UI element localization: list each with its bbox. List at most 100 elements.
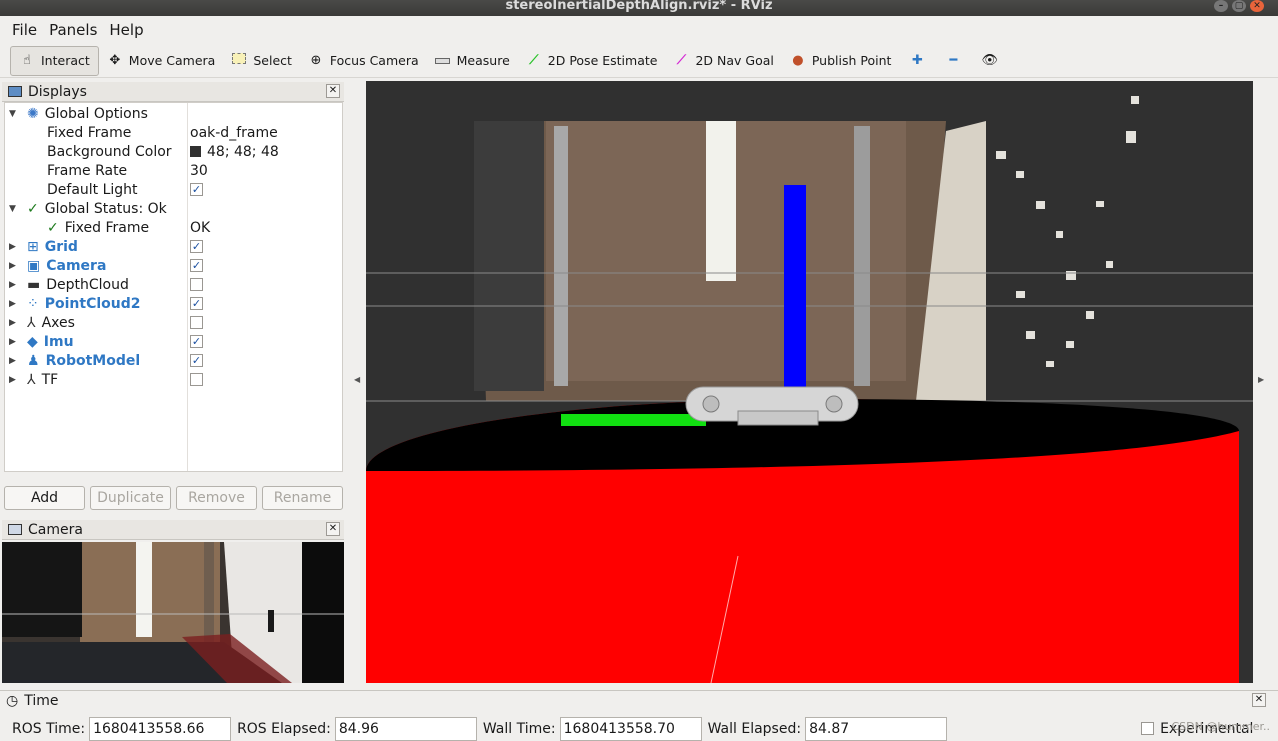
default-light-label: Default Light [47, 181, 138, 198]
camera-image-view[interactable] [2, 542, 344, 683]
tree-row-robotmodel[interactable]: ▶ ♟ RobotModel ✓ [5, 351, 342, 370]
wall-time-field[interactable]: 1680413558.70 [559, 716, 702, 741]
camera-panel: Camera ✕ [2, 520, 344, 542]
tree-row-global-status[interactable]: ▼ ✓ Global Status: Ok [5, 199, 342, 218]
wall-elapsed-field[interactable]: 84.87 [805, 716, 948, 741]
magenta-arrow-icon: ⟋ [676, 53, 686, 68]
view-options-button[interactable]: 👁 [971, 46, 1007, 76]
duplicate-button[interactable]: Duplicate [90, 486, 171, 510]
tree-row-imu[interactable]: ▶ ◆ Imu ✓ [5, 332, 342, 351]
time-panel: ROS Time: 1680413558.66 ROS Elapsed: 84.… [0, 716, 1278, 741]
ros-elapsed-label: ROS Elapsed: [237, 720, 331, 737]
pose-estimate-label: 2D Pose Estimate [547, 53, 658, 68]
display-enabled-checkbox[interactable] [190, 373, 203, 386]
tree-row-pointcloud2[interactable]: ▶ ⁘ PointCloud2 ✓ [5, 294, 342, 313]
ruler-icon [435, 53, 451, 68]
3d-render-viewport[interactable] [366, 81, 1253, 683]
expand-arrow-icon[interactable]: ▶ [9, 356, 16, 366]
experimental-checkbox[interactable] [1141, 722, 1155, 735]
expand-arrow-icon[interactable]: ▶ [9, 337, 16, 347]
expand-arrow-icon[interactable]: ▼ [9, 204, 16, 214]
menu-help[interactable]: Help [105, 21, 147, 39]
display-item-label: Imu [43, 333, 74, 350]
collapse-right-arrow-icon[interactable]: ▶ [1258, 375, 1264, 384]
wall-elapsed-label: Wall Elapsed: [707, 720, 802, 737]
close-displays-button[interactable]: ✕ [326, 84, 340, 98]
expand-arrow-icon[interactable]: ▶ [9, 242, 16, 252]
select-tool[interactable]: Select [223, 46, 300, 76]
display-enabled-checkbox[interactable]: ✓ [190, 335, 203, 348]
ros-elapsed-field[interactable]: 84.96 [334, 716, 477, 741]
global-status-label: Global Status: Ok [44, 200, 167, 217]
display-enabled-checkbox[interactable]: ✓ [190, 259, 203, 272]
tree-row-depthcloud[interactable]: ▶ ▬ DepthCloud [5, 275, 342, 294]
display-enabled-checkbox[interactable] [190, 316, 203, 329]
check-icon: ✓ [27, 200, 39, 217]
time-title: Time [24, 692, 59, 709]
tree-row-status-fixed-frame[interactable]: ✓ Fixed Frame OK [5, 218, 342, 237]
display-enabled-checkbox[interactable] [190, 278, 203, 291]
fixed-frame-value[interactable]: oak-d_frame [190, 125, 278, 141]
display-enabled-checkbox[interactable]: ✓ [190, 240, 203, 253]
menu-panels[interactable]: Panels [45, 21, 101, 39]
focus-camera-tool[interactable]: ⊕ Focus Camera [300, 46, 427, 76]
display-item-label: Axes [41, 314, 75, 331]
interact-tool[interactable]: ☝ Interact [10, 45, 99, 76]
rename-button[interactable]: Rename [262, 486, 343, 510]
close-camera-button[interactable]: ✕ [326, 522, 340, 536]
camera-image [2, 542, 344, 683]
tf-icon: ⅄ [27, 371, 36, 388]
tree-row-background-color[interactable]: Background Color 48; 48; 48 [5, 142, 342, 161]
menubar: File Panels Help [0, 18, 1278, 42]
tree-row-axes[interactable]: ▶ ⅄ Axes [5, 313, 342, 332]
expand-arrow-icon[interactable]: ▶ [9, 299, 16, 309]
expand-arrow-icon[interactable]: ▶ [9, 375, 16, 385]
background-color-value[interactable]: 48; 48; 48 [207, 144, 279, 160]
expand-arrow-icon[interactable]: ▶ [9, 280, 16, 290]
time-panel-header: ◷ Time ✕ [0, 690, 1278, 710]
camera-panel-header: Camera ✕ [2, 520, 344, 540]
color-swatch[interactable] [190, 146, 201, 157]
displays-title: Displays [28, 83, 87, 100]
collapse-left-arrow-icon[interactable]: ◀ [354, 375, 360, 384]
tree-row-camera[interactable]: ▶ ▣ Camera ✓ [5, 256, 342, 275]
maximize-button[interactable]: ▢ [1232, 0, 1246, 12]
window-title: stereoInertialDepthAlign.rviz* - RViz [505, 0, 773, 13]
tree-row-default-light[interactable]: Default Light ✓ [5, 180, 342, 199]
move-arrows-icon: ✥ [109, 53, 121, 68]
measure-tool[interactable]: Measure [427, 46, 518, 76]
camera-icon: ▣ [27, 257, 41, 274]
depth-cloud-icon: ▬ [27, 276, 41, 293]
remove-button[interactable]: Remove [176, 486, 257, 510]
tree-row-grid[interactable]: ▶ ⊞ Grid ✓ [5, 237, 342, 256]
expand-arrow-icon[interactable]: ▼ [9, 109, 16, 119]
pose-estimate-tool[interactable]: ⟋ 2D Pose Estimate [518, 46, 666, 76]
close-button[interactable]: ✕ [1250, 0, 1264, 12]
tree-row-global-options[interactable]: ▼ ✺ Global Options [5, 104, 342, 123]
camera-icon [8, 524, 22, 535]
display-item-label: Camera [46, 257, 107, 274]
tree-row-frame-rate[interactable]: Frame Rate 30 [5, 161, 342, 180]
tree-row-fixed-frame[interactable]: Fixed Frame oak-d_frame [5, 123, 342, 142]
3d-scene [366, 81, 1253, 683]
tree-row-tf[interactable]: ▶ ⅄ TF [5, 370, 342, 389]
ros-time-field[interactable]: 1680413558.66 [89, 716, 232, 741]
display-enabled-checkbox[interactable]: ✓ [190, 354, 203, 367]
add-button[interactable]: Add [4, 486, 85, 510]
background-color-label: Background Color [47, 143, 172, 160]
frame-rate-value[interactable]: 30 [190, 163, 208, 179]
expand-arrow-icon[interactable]: ▶ [9, 318, 16, 328]
menu-file[interactable]: File [8, 21, 41, 39]
minimize-button[interactable]: – [1214, 0, 1228, 12]
expand-arrow-icon[interactable]: ▶ [9, 261, 16, 271]
robot-model-icon: ♟ [27, 352, 40, 369]
display-enabled-checkbox[interactable]: ✓ [190, 297, 203, 310]
move-camera-tool[interactable]: ✥ Move Camera [99, 46, 224, 76]
default-light-checkbox[interactable]: ✓ [190, 183, 203, 196]
add-tool-button[interactable]: ✚ [899, 46, 935, 76]
nav-goal-tool[interactable]: ⟋ 2D Nav Goal [665, 46, 781, 76]
remove-tool-button[interactable]: ━ [935, 46, 971, 76]
publish-point-tool[interactable]: ● Publish Point [782, 46, 900, 76]
display-item-label: DepthCloud [46, 276, 129, 293]
close-time-button[interactable]: ✕ [1252, 693, 1266, 707]
